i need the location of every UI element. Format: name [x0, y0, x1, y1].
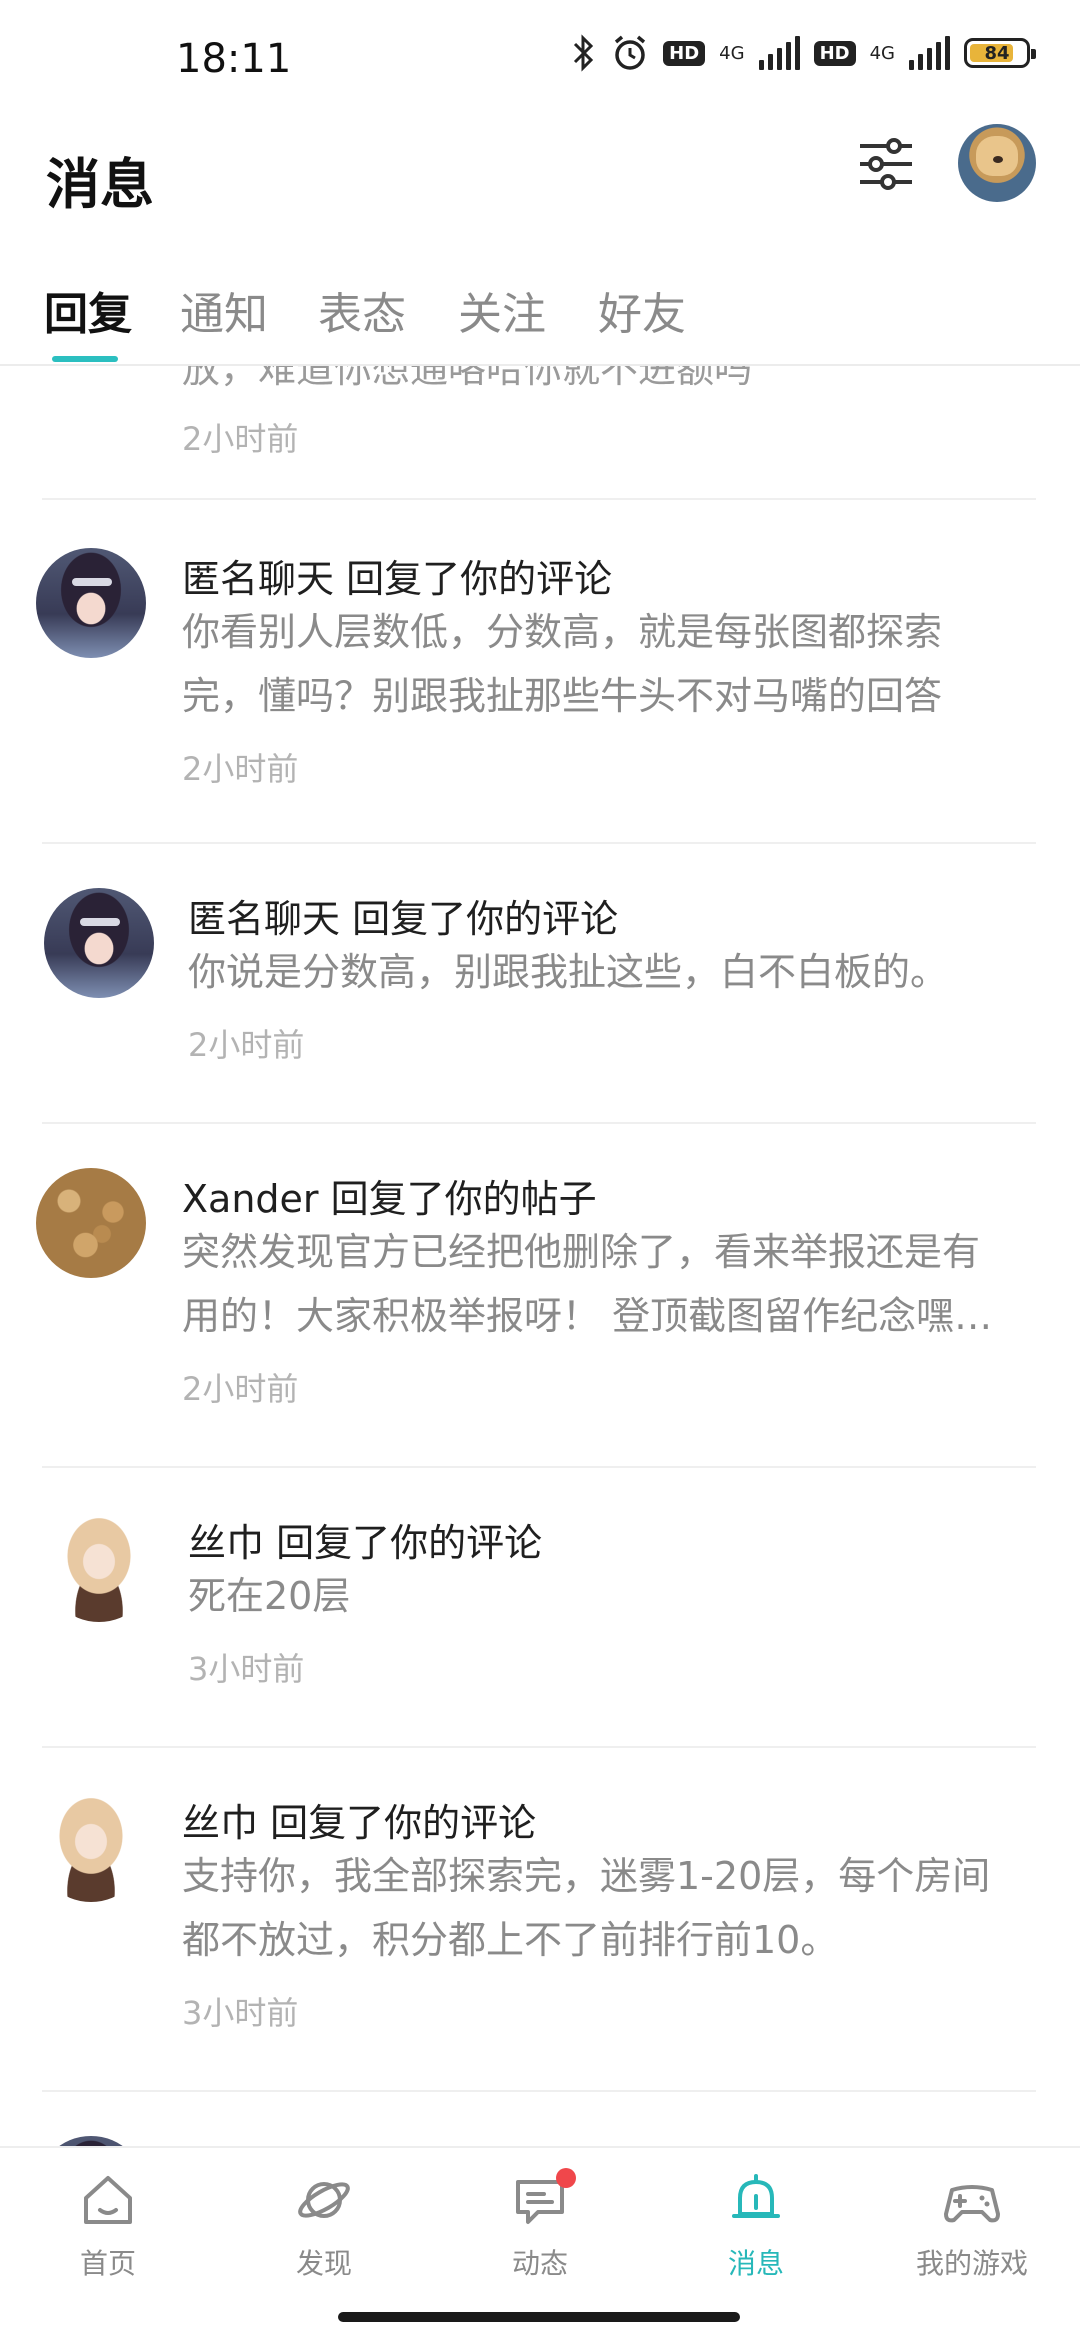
nav-label: 动态: [511, 2247, 568, 2280]
list-item[interactable]: 匿名聊天 回复了你的评论 你说是分数高，别跟我扯这些，白不白板的。 2小时前: [0, 844, 1080, 1124]
user-avatar[interactable]: [36, 548, 146, 658]
item-time: 2小时前: [188, 1026, 305, 1064]
hd-badge: HD: [663, 40, 706, 66]
nav-label: 消息: [727, 2247, 784, 2280]
list-item[interactable]: Xander 回复了你的帖子 突然发现官方已经把他删除了，看来举报还是有 用的！…: [0, 1124, 1080, 1468]
item-time: 2小时前: [182, 750, 299, 788]
nav-label: 首页: [79, 2247, 136, 2280]
nav-feed[interactable]: 动态: [432, 2148, 648, 2298]
battery-icon: 84: [964, 38, 1036, 68]
filter-settings-icon[interactable]: [856, 134, 916, 194]
item-time: 2小时前: [182, 1370, 299, 1408]
list-item[interactable]: 丝巾 回复了你的评论 支持你，我全部探索完，迷雾1-20层，每个房间 都不放过，…: [0, 1748, 1080, 2092]
signal-icon-2: [909, 36, 950, 70]
item-title: 丝巾 回复了你的评论: [188, 1521, 543, 1565]
tab-notify[interactable]: 通知: [180, 278, 268, 342]
item-body: 你说是分数高，别跟我扯这些，白不白板的。: [188, 940, 1028, 1004]
item-body: 死在20层: [188, 1564, 1028, 1628]
bell-icon: [732, 2174, 780, 2218]
hd-badge-2: HD: [813, 40, 856, 66]
nav-label: 我的游戏: [915, 2247, 1028, 2280]
item-body-line: 你说是分数高，别跟我扯这些，白不白板的。: [188, 950, 949, 994]
user-avatar[interactable]: [36, 1168, 146, 1278]
tab-reactions[interactable]: 表态: [318, 278, 406, 342]
user-avatar[interactable]: [36, 1792, 146, 1902]
nav-discover[interactable]: 发现: [216, 2148, 432, 2298]
home-indicator[interactable]: [338, 2312, 740, 2322]
tab-follow[interactable]: 关注: [458, 278, 546, 342]
list-item[interactable]: 匿名聊天 回复了你的评论 你看别人层数低，分数高，就是每张图都探索 完，懂吗？别…: [0, 500, 1080, 844]
signal-icon: [758, 36, 800, 70]
network-type: 4G: [719, 42, 745, 64]
notification-dot: [556, 2168, 576, 2188]
reply-list: 放，难道你想通咯哈你就不进额吗 2小时前 匿名聊天 回复了你的评论 你看别人层数…: [0, 366, 1080, 2146]
network-type-2: 4G: [869, 42, 895, 64]
message-tabs: 回复 通知 表态 关注 好友: [0, 268, 1080, 366]
active-tab-indicator: [52, 356, 118, 362]
list-item-partial[interactable]: 放，难道你想通咯哈你就不进额吗 2小时前: [0, 366, 1080, 500]
item-time: 3小时前: [182, 1994, 299, 2032]
tab-reply[interactable]: 回复: [44, 278, 132, 342]
battery-level: 84: [984, 42, 1010, 64]
user-avatar[interactable]: [44, 888, 154, 998]
nav-label: 发现: [295, 2247, 352, 2280]
gamepad-icon: [944, 2185, 1000, 2223]
item-title: 匿名聊天 回复了你的评论: [182, 557, 613, 601]
item-time: 2小时前: [182, 420, 299, 458]
bottom-nav: 首页 发现 动态 消息 我的游戏: [0, 2146, 1080, 2298]
item-body-partial: 放，难道你想通咯哈你就不进额吗: [182, 366, 753, 391]
item-body-line: 突然发现官方已经把他删除了，看来举报还是有: [182, 1230, 981, 1274]
list-item[interactable]: 丝巾 回复了你的评论 死在20层 3小时前: [0, 1468, 1080, 1748]
item-title: 匿名聊天 回复了你的评论: [188, 897, 619, 941]
item-body: 支持你，我全部探索完，迷雾1-20层，每个房间 都不放过，积分都上不了前排行前1…: [182, 1844, 1022, 1972]
item-body-line: 死在20层: [188, 1574, 351, 1618]
item-body-line: 都不放过，积分都上不了前排行前10。: [182, 1918, 839, 1962]
nav-my-games[interactable]: 我的游戏: [864, 2148, 1080, 2298]
bluetooth-icon: [574, 34, 594, 72]
home-icon: [84, 2176, 132, 2224]
profile-avatar[interactable]: [958, 124, 1036, 202]
item-body: 突然发现官方已经把他删除了，看来举报还是有 用的！大家积极举报呀！ 登顶截图留作…: [182, 1220, 1022, 1348]
item-body-line: 支持你，我全部探索完，迷雾1-20层，每个房间: [182, 1854, 991, 1898]
alarm-icon: [615, 35, 646, 70]
item-body-line: 用的！大家积极举报呀！ 登顶截图留作纪念嘿…: [182, 1294, 993, 1338]
status-time: 18:11: [176, 36, 292, 82]
item-title: 丝巾 回复了你的评论: [182, 1801, 537, 1845]
user-avatar-partial[interactable]: [36, 2136, 146, 2146]
item-body-line: 你看别人层数低，分数高，就是每张图都探索: [182, 610, 943, 654]
item-time: 3小时前: [188, 1650, 305, 1688]
item-body: 你看别人层数低，分数高，就是每张图都探索 完，懂吗？别跟我扯那些牛头不对马嘴的回…: [182, 600, 1022, 728]
status-bar: 18:11 HD 4G HD 4G 84: [0, 0, 1080, 120]
status-icons: HD 4G HD 4G 84: [571, 34, 1036, 72]
nav-home[interactable]: 首页: [0, 2148, 216, 2298]
header: 消息: [0, 120, 1080, 260]
item-body-line: 完，懂吗？别跟我扯那些牛头不对马嘴的回答: [182, 674, 943, 718]
discover-planet-icon: [298, 2182, 350, 2218]
tab-friends[interactable]: 好友: [598, 278, 686, 342]
nav-messages[interactable]: 消息: [648, 2148, 864, 2298]
user-avatar[interactable]: [44, 1512, 154, 1622]
item-title: Xander 回复了你的帖子: [182, 1177, 597, 1221]
page-title: 消息: [46, 153, 154, 216]
